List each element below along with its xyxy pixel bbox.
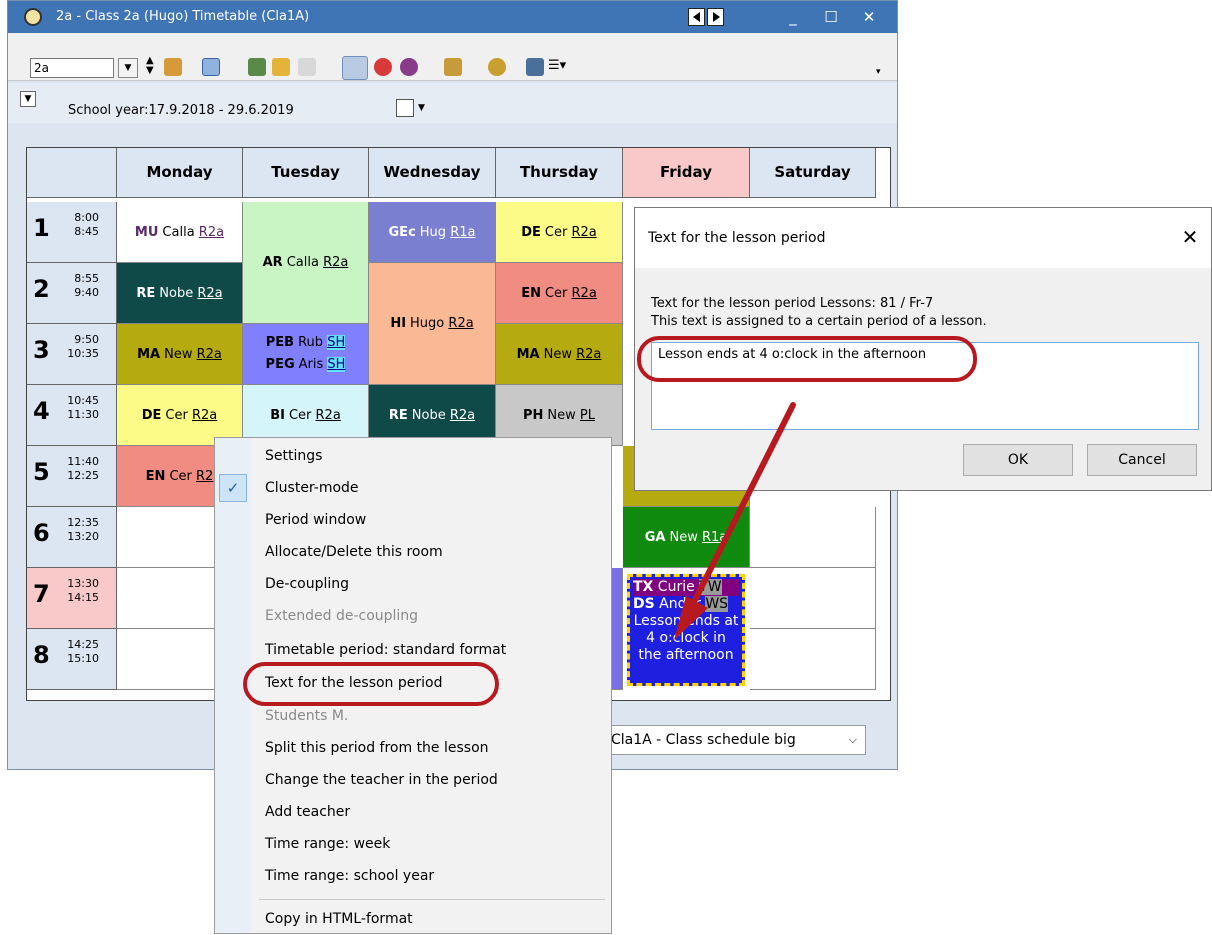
arrow-shaft — [689, 402, 796, 609]
arrow-head — [674, 596, 708, 640]
annotation-arrow — [674, 402, 796, 640]
